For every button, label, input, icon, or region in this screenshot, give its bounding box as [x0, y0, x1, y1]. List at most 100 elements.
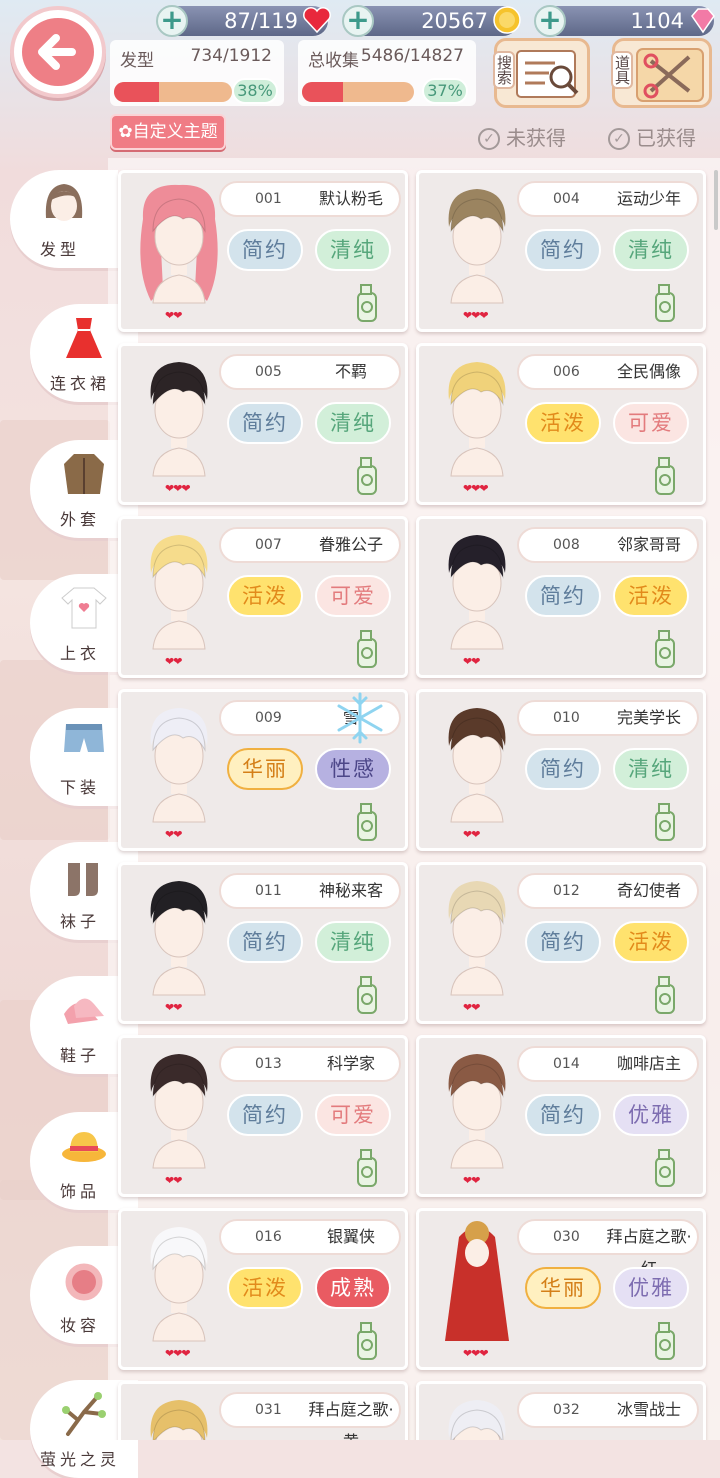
hair-avatar	[131, 871, 227, 1005]
stamina-value: 87/119	[224, 9, 298, 33]
hair-avatar	[429, 1044, 525, 1178]
style-tag: 简约	[525, 575, 601, 617]
item-name: 不羁	[334, 362, 367, 381]
custom-theme-button[interactable]: ✿自定义主题	[110, 114, 226, 150]
style-tag: 简约	[525, 748, 601, 790]
item-card[interactable]: 013 科学家 简约 可爱 ❤❤	[118, 1035, 408, 1197]
item-title: 016 银翼侠	[219, 1219, 401, 1255]
item-title: 014 咖啡店主	[517, 1046, 699, 1082]
item-card[interactable]: 031 拜占庭之歌·黄	[118, 1381, 408, 1440]
dye-jar-icon[interactable]	[355, 1321, 379, 1365]
dye-jar-icon[interactable]	[355, 283, 379, 327]
filter-not-obtained[interactable]: ✓ 未获得	[478, 122, 566, 151]
item-number: 001	[255, 191, 282, 207]
rarity-hearts: ❤❤	[463, 828, 480, 841]
custom-theme-label: 自定义主题	[132, 122, 218, 142]
item-name: 咖啡店主	[616, 1054, 681, 1073]
item-name: 完美学长	[616, 708, 681, 727]
style-tag: 性感	[315, 748, 391, 790]
style-tag: 简约	[227, 921, 303, 963]
item-title: 012 奇幻使者	[517, 873, 699, 909]
item-card[interactable]: 005 不羁 简约 清纯 ❤❤❤	[118, 343, 408, 505]
item-card[interactable]: 001 默认粉毛 简约 清纯 ❤❤	[118, 170, 408, 332]
item-card[interactable]: 004 运动少年 简约 清纯 ❤❤❤	[416, 170, 706, 332]
dye-jar-icon[interactable]	[355, 975, 379, 1019]
item-number: 032	[553, 1402, 580, 1418]
dye-jar-icon[interactable]	[355, 456, 379, 500]
dye-jar-icon[interactable]	[653, 975, 677, 1019]
hair-avatar	[429, 525, 525, 659]
dye-jar-icon[interactable]	[355, 629, 379, 673]
item-name: 眷雅公子	[318, 535, 383, 554]
item-card[interactable]: 011 神秘来客 简约 清纯 ❤❤	[118, 862, 408, 1024]
item-name: 运动少年	[616, 189, 681, 208]
item-title: 011 神秘来客	[219, 873, 401, 909]
style-tag: 清纯	[613, 748, 689, 790]
item-card[interactable]: 007 眷雅公子 活泼 可爱 ❤❤	[118, 516, 408, 678]
add-diamonds-button[interactable]: +	[534, 5, 566, 37]
dye-jar-icon[interactable]	[653, 1148, 677, 1192]
theme-icon: ✿	[118, 122, 133, 142]
diamond-icon	[691, 8, 715, 34]
dye-jar-icon[interactable]	[355, 802, 379, 846]
scrollbar[interactable]	[714, 170, 718, 230]
rarity-hearts: ❤❤	[463, 1174, 480, 1187]
dye-jar-icon[interactable]	[355, 1148, 379, 1192]
item-number: 008	[553, 537, 580, 553]
style-tag: 华丽	[525, 1267, 601, 1309]
item-card[interactable]: 010 完美学长 简约 清纯 ❤❤	[416, 689, 706, 851]
hair-avatar	[429, 179, 525, 313]
item-number: 031	[255, 1402, 282, 1418]
hair-stat-count: 734/1912	[190, 46, 272, 66]
hair-stat-label: 发型	[120, 51, 154, 71]
back-button[interactable]	[10, 6, 106, 98]
tools-button[interactable]: 道具	[611, 38, 712, 108]
item-title: 031 拜占庭之歌·黄	[219, 1392, 401, 1440]
style-tag: 简约	[227, 402, 303, 444]
item-card[interactable]: 014 咖啡店主 简约 优雅 ❤❤	[416, 1035, 706, 1197]
item-name: 邻家哥哥	[616, 535, 681, 554]
rarity-hearts: ❤❤❤	[463, 309, 489, 322]
check-icon: ✓	[478, 128, 500, 150]
style-tag: 可爱	[315, 575, 391, 617]
style-tag: 清纯	[315, 402, 391, 444]
hair-avatar	[131, 525, 227, 659]
style-tag: 简约	[227, 229, 303, 271]
item-card[interactable]: 016 银翼侠 活泼 成熟 ❤❤❤	[118, 1208, 408, 1370]
dye-jar-icon[interactable]	[653, 283, 677, 327]
style-tag: 成熟	[315, 1267, 391, 1309]
item-number: 016	[255, 1229, 282, 1245]
dye-jar-icon[interactable]	[653, 802, 677, 846]
item-number: 006	[553, 364, 580, 380]
item-card[interactable]: 012 奇幻使者 简约 活泼 ❤❤	[416, 862, 706, 1024]
item-number: 011	[255, 883, 282, 899]
dye-jar-icon[interactable]	[653, 456, 677, 500]
style-tag: 简约	[525, 1094, 601, 1136]
filter-obtained[interactable]: ✓ 已获得	[608, 122, 696, 151]
add-stamina-button[interactable]: +	[156, 5, 188, 37]
check-icon: ✓	[608, 128, 630, 150]
total-progress-percent: 37%	[422, 78, 468, 104]
dye-jar-icon[interactable]	[653, 629, 677, 673]
item-card[interactable]: 006 全民偶像 活泼 可爱 ❤❤❤	[416, 343, 706, 505]
item-title: 007 眷雅公子	[219, 527, 401, 563]
item-name: 全民偶像	[616, 362, 681, 381]
search-button[interactable]: 搜索	[493, 38, 590, 108]
item-title: 005 不羁	[219, 354, 401, 390]
style-tag: 简约	[525, 229, 601, 271]
style-tag: 简约	[525, 921, 601, 963]
sidebar-item-hair[interactable]: 发型	[10, 170, 118, 268]
hair-avatar	[429, 698, 525, 832]
hair-avatar	[429, 1217, 525, 1351]
item-card[interactable]: 030拜占庭之歌·红华丽优雅 ❤❤❤	[416, 1208, 706, 1370]
item-card[interactable]: 032 冰雪战士	[416, 1381, 706, 1440]
style-tag: 清纯	[613, 229, 689, 271]
item-number: 030	[553, 1229, 580, 1245]
add-coins-button[interactable]: +	[342, 5, 374, 37]
style-tag: 活泼	[613, 575, 689, 617]
rarity-hearts: ❤❤	[463, 655, 480, 668]
dye-jar-icon[interactable]	[653, 1321, 677, 1365]
rarity-hearts: ❤❤	[463, 1001, 480, 1014]
item-card[interactable]: 008 邻家哥哥简约 活泼 ❤❤	[416, 516, 706, 678]
style-tag: 可爱	[315, 1094, 391, 1136]
